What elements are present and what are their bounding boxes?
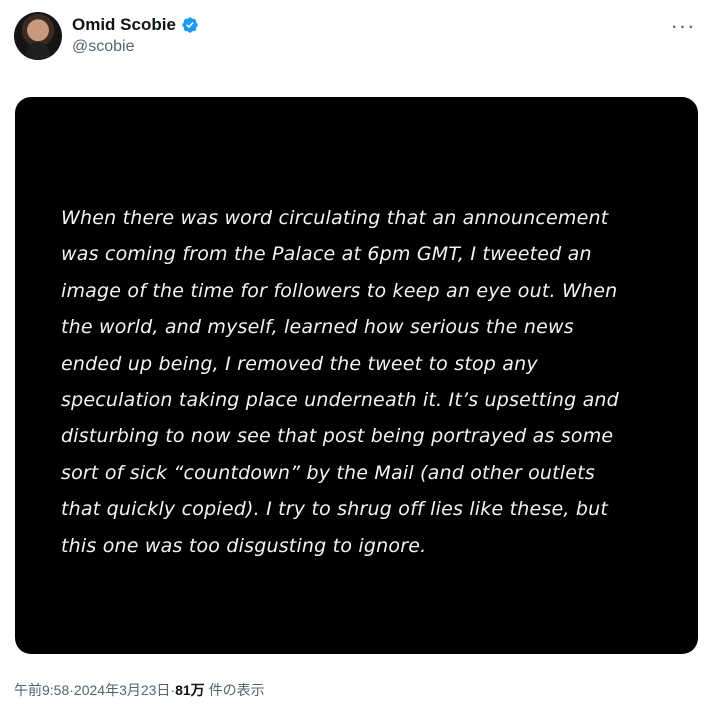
display-name[interactable]: Omid Scobie — [72, 15, 176, 35]
tweet-meta: 午前9:58 · 2024年3月23日 · 81万 件の表示 — [14, 680, 265, 700]
statement-line: disturbing to now see that post being po… — [61, 425, 614, 448]
statement-line: image of the time for followers to keep … — [61, 279, 618, 302]
statement-line: ended up being, I removed the tweet to s… — [61, 352, 538, 375]
user-info: Omid Scobie @scobie — [72, 15, 199, 57]
avatar[interactable] — [14, 12, 62, 60]
views-count: 81万 — [175, 682, 205, 698]
tweet-header: Omid Scobie @scobie ··· — [14, 12, 700, 66]
statement-line: speculation taking place underneath it. … — [61, 389, 619, 412]
views-label: 件の表示 — [208, 682, 265, 698]
tweet-date[interactable]: 2024年3月23日 — [74, 680, 171, 700]
name-row: Omid Scobie — [72, 15, 199, 35]
statement-line: When there was word circulating that an … — [61, 207, 609, 229]
more-options-button[interactable]: ··· — [666, 12, 700, 40]
statement-line: sort of sick “countdown” by the Mail (an… — [61, 461, 595, 484]
verified-badge-icon — [182, 17, 198, 33]
media-image[interactable]: When there was word circulating that an … — [15, 97, 698, 654]
statement-line: that quickly copied). I try to shrug off… — [61, 498, 608, 521]
tweet-time[interactable]: 午前9:58 — [14, 680, 69, 700]
statement-line: was coming from the Palace at 6pm GMT, I… — [61, 243, 592, 266]
ellipsis-horizontal-icon: ··· — [670, 13, 696, 38]
handle[interactable]: @scobie — [72, 37, 199, 57]
statement-line: this one was too disgusting to ignore. — [61, 534, 427, 557]
statement-text: When there was word circulating that an … — [61, 200, 661, 564]
statement-line: the world, and myself, learned how serio… — [61, 316, 574, 339]
